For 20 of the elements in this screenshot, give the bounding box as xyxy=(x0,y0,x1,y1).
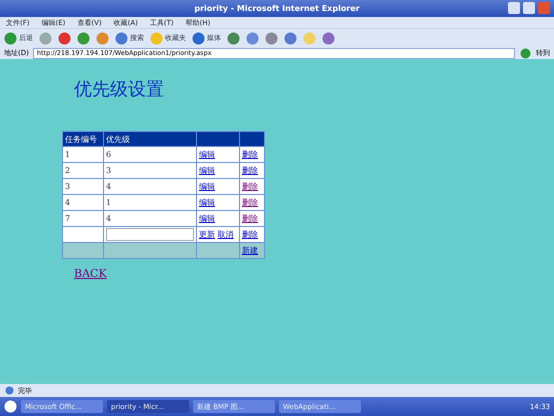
table-cell: 4 xyxy=(62,194,104,210)
table-cell: 6 xyxy=(104,146,196,162)
cancel-link[interactable]: 取消 xyxy=(218,230,234,239)
table-cell: 4 xyxy=(104,178,196,194)
table-cell: 3 xyxy=(104,162,196,178)
table-cell: 3 xyxy=(62,178,104,194)
table-cell: 1 xyxy=(104,194,196,210)
update-link[interactable]: 更新 xyxy=(199,230,215,239)
column-header: 任务编号 xyxy=(62,132,104,146)
table-cell: 2 xyxy=(62,162,104,178)
restore-button[interactable] xyxy=(523,2,535,14)
minimize-button[interactable] xyxy=(508,2,520,14)
column-header: 优先级 xyxy=(104,132,196,146)
table-cell: 7 xyxy=(62,210,104,226)
priority-input[interactable] xyxy=(106,228,194,241)
back-link[interactable]: BACK xyxy=(74,267,554,280)
page-heading: 优先级设置 xyxy=(74,78,165,101)
window-title: priority - Microsoft Internet Explorer xyxy=(194,4,360,13)
table-cell: 4 xyxy=(104,210,196,226)
table-cell: 1 xyxy=(62,146,104,162)
